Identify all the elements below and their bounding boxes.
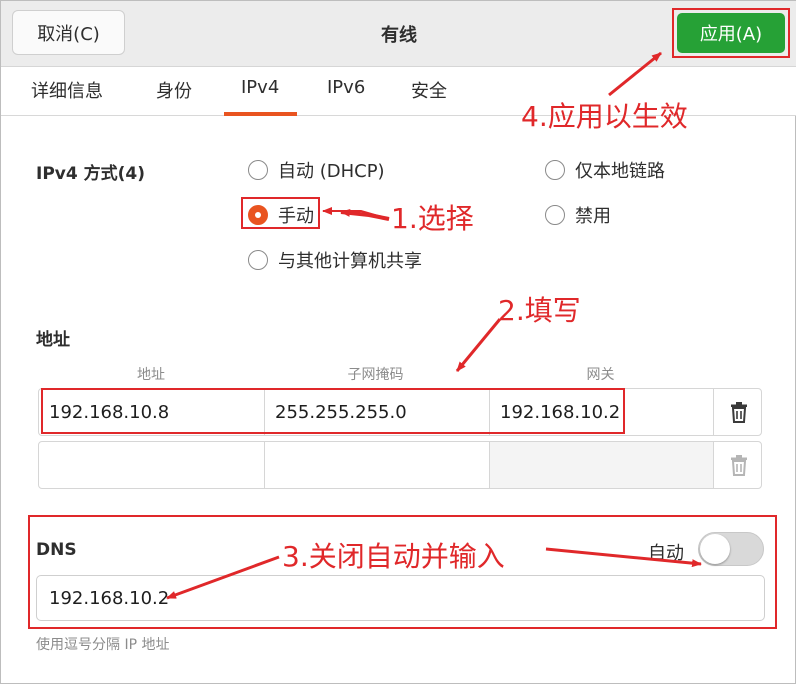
cancel-button[interactable]: 取消(C) bbox=[12, 10, 125, 55]
annotation-step1: 1.选择 bbox=[391, 202, 474, 235]
dialog-window: 取消(C) 有线 应用(A) 详细信息 身份 IPv4 IPv6 安全 IPv4… bbox=[0, 0, 796, 684]
trash-icon bbox=[730, 402, 747, 423]
trash-icon bbox=[730, 455, 747, 476]
delete-row-button-disabled bbox=[713, 442, 763, 488]
tab-identity[interactable]: 身份 bbox=[156, 77, 192, 103]
radio-unchecked-icon bbox=[248, 250, 268, 270]
column-header-netmask: 子网掩码 bbox=[347, 367, 404, 383]
radio-manual[interactable]: 手动 bbox=[248, 202, 314, 228]
dns-hint-text: 使用逗号分隔 IP 地址 bbox=[36, 637, 170, 653]
radio-manual-label: 手动 bbox=[278, 206, 314, 227]
address-input-empty[interactable] bbox=[39, 442, 264, 488]
radio-unchecked-icon bbox=[545, 205, 565, 225]
annotation-step3: 3.关闭自动并输入 bbox=[282, 540, 505, 573]
annotation-step2: 2.填写 bbox=[498, 294, 581, 327]
address-row-2 bbox=[38, 441, 762, 489]
radio-link-local-label: 仅本地链路 bbox=[575, 161, 665, 182]
dns-servers-input[interactable]: 192.168.10.2 bbox=[36, 575, 765, 621]
radio-unchecked-icon bbox=[545, 160, 565, 180]
dns-label: DNS bbox=[36, 540, 77, 560]
arrow-icon bbox=[322, 207, 390, 221]
active-tab-indicator bbox=[224, 112, 297, 116]
gateway-input-empty[interactable] bbox=[489, 442, 714, 488]
ipv4-method-label: IPv4 方式(4) bbox=[36, 164, 145, 184]
radio-auto-dhcp[interactable]: 自动 (DHCP) bbox=[248, 157, 385, 183]
addresses-section-label: 地址 bbox=[36, 330, 70, 350]
radio-auto-dhcp-label: 自动 (DHCP) bbox=[278, 161, 385, 182]
tab-ipv4[interactable]: IPv4 bbox=[241, 77, 279, 98]
address-highlight-box bbox=[41, 388, 625, 434]
radio-shared-label: 与其他计算机共享 bbox=[278, 251, 422, 272]
dns-auto-label: 自动 bbox=[648, 543, 684, 564]
apply-button-highlight: 应用(A) bbox=[672, 8, 790, 58]
tab-security[interactable]: 安全 bbox=[411, 77, 447, 103]
radio-link-local[interactable]: 仅本地链路 bbox=[545, 157, 665, 183]
dns-auto-toggle[interactable] bbox=[698, 532, 764, 566]
radio-disabled[interactable]: 禁用 bbox=[545, 202, 611, 228]
header-bar: 取消(C) 有线 应用(A) bbox=[1, 1, 796, 67]
column-header-gateway: 网关 bbox=[586, 367, 615, 383]
apply-button[interactable]: 应用(A) bbox=[677, 13, 785, 53]
tab-ipv6[interactable]: IPv6 bbox=[327, 77, 365, 98]
toggle-knob bbox=[700, 534, 730, 564]
annotation-step4: 4.应用以生效 bbox=[521, 100, 688, 133]
netmask-input-empty[interactable] bbox=[264, 442, 489, 488]
radio-unchecked-icon bbox=[248, 160, 268, 180]
radio-shared[interactable]: 与其他计算机共享 bbox=[248, 247, 422, 273]
tab-details[interactable]: 详细信息 bbox=[31, 77, 103, 103]
column-header-address: 地址 bbox=[137, 367, 165, 383]
radio-disabled-label: 禁用 bbox=[575, 206, 611, 227]
delete-row-button[interactable] bbox=[713, 389, 763, 435]
radio-checked-icon bbox=[248, 205, 268, 225]
